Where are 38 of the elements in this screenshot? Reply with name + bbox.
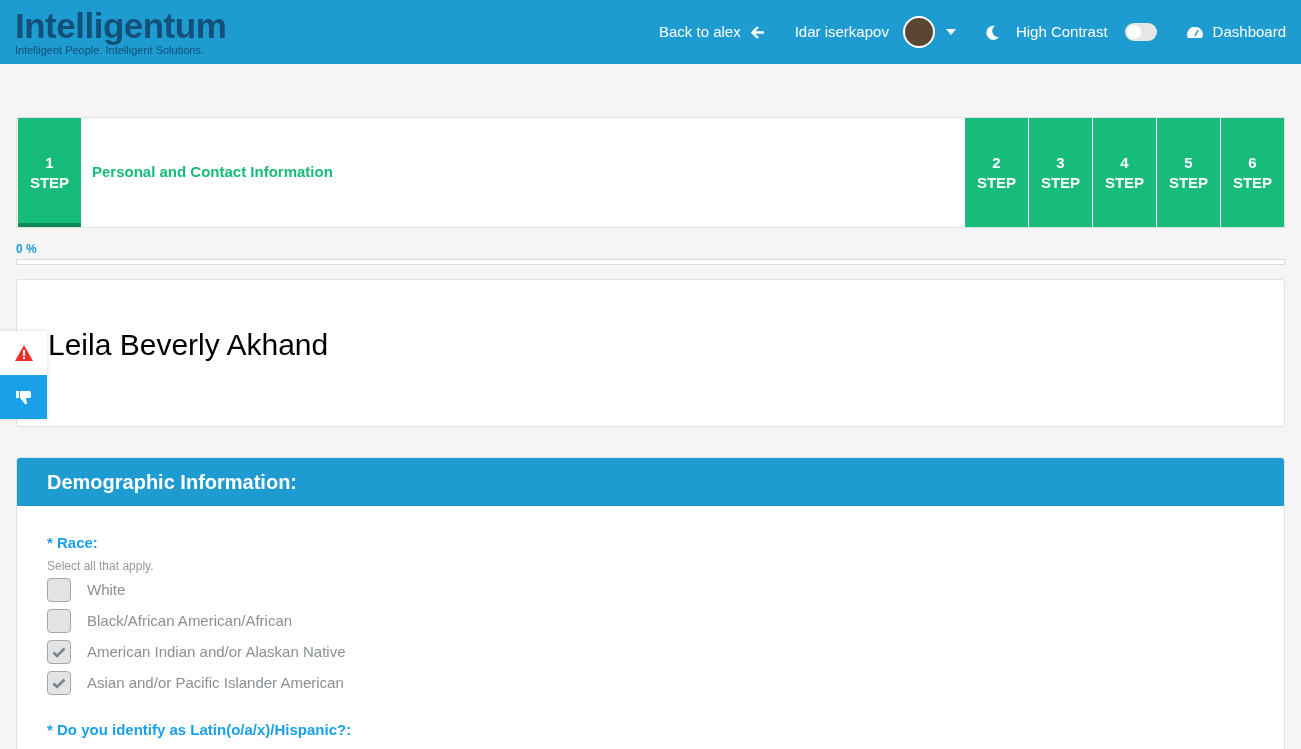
checkbox[interactable] xyxy=(47,640,71,664)
checkbox[interactable] xyxy=(47,609,71,633)
option-label: White xyxy=(87,579,126,600)
logo[interactable]: Intelligentum xyxy=(15,7,227,44)
question-label: * Do you identify as Latin(o/a/x)/Hispanic?: xyxy=(47,721,353,739)
step-tab[interactable]: 6 STEP xyxy=(1220,118,1284,227)
avatar[interactable] xyxy=(902,16,935,48)
step-tab[interactable]: 5 STEP xyxy=(1156,118,1220,227)
step-tab[interactable]: 4 STEP xyxy=(1092,118,1156,227)
checkmark-icon xyxy=(52,677,66,689)
checkmark-icon xyxy=(52,646,66,658)
high-contrast-label: High Contrast xyxy=(1015,21,1108,42)
gauge-icon xyxy=(1186,25,1203,39)
step-tab[interactable]: 2 STEP xyxy=(964,118,1028,227)
user-name[interactable]: Idar iserkapov xyxy=(794,20,889,44)
warning-icon xyxy=(14,345,33,361)
option-label: Black/African American/African xyxy=(87,610,293,631)
applicant-name: Leila Beverly Akhand xyxy=(48,328,329,361)
moon-icon xyxy=(985,24,1000,40)
thumbs-down-button[interactable] xyxy=(0,375,47,419)
warning-button[interactable] xyxy=(0,331,47,375)
high-contrast-toggle[interactable] xyxy=(1124,23,1157,41)
question-label: * Race: xyxy=(47,534,99,552)
checkbox[interactable] xyxy=(47,578,71,602)
progress-label: 0 % xyxy=(16,242,38,256)
section-title: Demographic Information: xyxy=(47,470,297,495)
option-label: American Indian and/or Alaskan Native xyxy=(87,641,346,662)
option-label: Asian and/or Pacific Islander American xyxy=(87,672,344,693)
step-tab[interactable]: 3 STEP xyxy=(1028,118,1092,227)
back-link[interactable]: Back to alex xyxy=(658,20,765,44)
arrow-left-icon xyxy=(750,25,765,39)
caret-icon[interactable] xyxy=(945,29,956,35)
step-tab[interactable]: 1 STEP xyxy=(17,118,81,227)
dashboard-link[interactable]: Dashboard xyxy=(1212,20,1286,44)
hint-text: Select all that apply. xyxy=(47,559,155,573)
checkbox[interactable] xyxy=(47,671,71,695)
step-title: Personal and Contact Information xyxy=(92,162,333,183)
thumbs-down-icon xyxy=(15,389,32,405)
